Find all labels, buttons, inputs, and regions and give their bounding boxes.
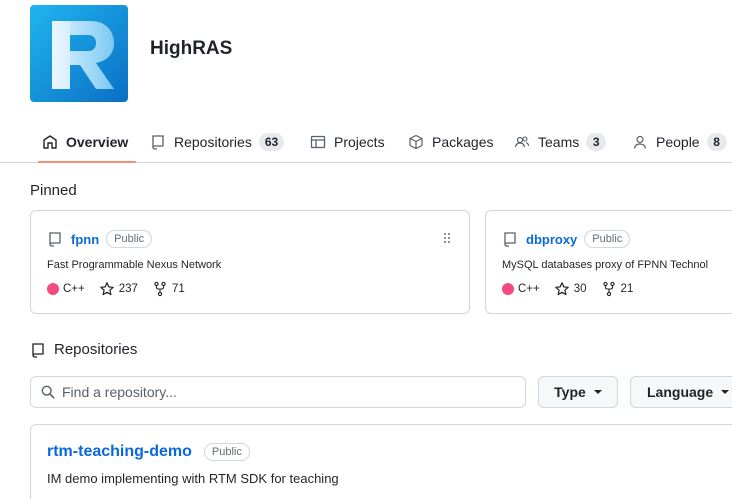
- fork-icon: [154, 281, 166, 297]
- stars-count: 237: [118, 283, 138, 295]
- tab-label: Overview: [66, 134, 129, 150]
- fork-icon: [602, 281, 615, 297]
- visibility-badge: Public: [106, 230, 153, 248]
- pinned-repo-link[interactable]: dbproxy: [526, 232, 577, 247]
- repositories-heading: Repositories: [30, 341, 137, 358]
- people-icon: [514, 136, 530, 148]
- pinned-repo-link[interactable]: fpnn: [71, 232, 99, 247]
- org-logo: [30, 5, 128, 102]
- tab-teams[interactable]: Teams 3: [514, 122, 607, 162]
- drag-handle-icon[interactable]: [443, 232, 451, 244]
- visibility-badge: Public: [584, 230, 631, 248]
- forks-link[interactable]: 21: [601, 281, 634, 297]
- visibility-badge: Public: [203, 443, 250, 461]
- pinned-card: dbproxy Public MySQL databases proxy of …: [485, 210, 732, 314]
- language-filter-label: Language: [647, 384, 714, 400]
- pinned-repo-description: Fast Programmable Nexus Network: [47, 259, 222, 271]
- repositories-heading-label: Repositories: [54, 341, 138, 358]
- star-icon: [99, 282, 114, 296]
- repo-icon: [504, 232, 516, 247]
- type-filter-button[interactable]: Type: [538, 376, 618, 408]
- stars-count: 30: [573, 283, 587, 295]
- tab-label: Projects: [334, 134, 385, 150]
- tab-label: Repositories: [174, 134, 252, 150]
- tab-label: Packages: [432, 134, 494, 150]
- repo-icon: [152, 135, 164, 150]
- list-item: rtm-teaching-demo Public: [47, 443, 250, 461]
- person-icon: [633, 135, 647, 149]
- chevron-down-icon: [593, 390, 602, 394]
- stars-link[interactable]: 30: [554, 281, 587, 297]
- pinned-repo-description: MySQL databases proxy of FPNN Technol: [502, 259, 709, 271]
- tab-packages[interactable]: Packages: [408, 122, 493, 162]
- repository-description: IM demo implementing with RTM SDK for te…: [47, 471, 339, 486]
- star-icon: [554, 282, 569, 296]
- search-icon: [41, 385, 55, 399]
- chevron-down-icon: [721, 390, 730, 394]
- repo-icon: [32, 342, 44, 358]
- people-count: 8: [706, 133, 727, 151]
- pinned-card: fpnn Public Fast Programmable Nexus Netw…: [30, 210, 470, 314]
- tab-projects[interactable]: Projects: [310, 122, 385, 162]
- repositories-count: 63: [258, 133, 285, 151]
- forks-count: 21: [620, 283, 634, 295]
- tab-overview[interactable]: Overview: [37, 122, 137, 163]
- type-filter-label: Type: [554, 384, 586, 400]
- language-label: C++: [63, 283, 85, 295]
- org-name: HighRAS: [150, 38, 233, 59]
- language-filter-button[interactable]: Language: [630, 376, 732, 408]
- forks-count: 71: [171, 283, 185, 295]
- language-color-dot: [502, 283, 514, 295]
- repository-link[interactable]: rtm-teaching-demo: [47, 443, 192, 461]
- repository-search[interactable]: [30, 376, 526, 408]
- repo-icon: [49, 232, 61, 247]
- pinned-heading: Pinned: [30, 182, 77, 199]
- forks-link[interactable]: 71: [152, 281, 185, 297]
- tab-label: People: [656, 134, 700, 150]
- tab-people[interactable]: People 8: [632, 122, 727, 162]
- language-label: C++: [518, 283, 540, 295]
- teams-count: 3: [586, 133, 607, 151]
- search-input[interactable]: [62, 384, 502, 400]
- repository-list: rtm-teaching-demo Public IM demo impleme…: [30, 424, 732, 499]
- book-open-icon: [43, 135, 57, 149]
- stars-link[interactable]: 237: [99, 281, 138, 297]
- tab-label: Teams: [538, 134, 580, 150]
- table-icon: [310, 135, 326, 149]
- language-color-dot: [47, 283, 59, 295]
- tab-repositories[interactable]: Repositories 63: [150, 122, 285, 162]
- package-icon: [409, 134, 423, 150]
- org-nav: Overview Repositories 63 Projects Packag…: [0, 122, 732, 163]
